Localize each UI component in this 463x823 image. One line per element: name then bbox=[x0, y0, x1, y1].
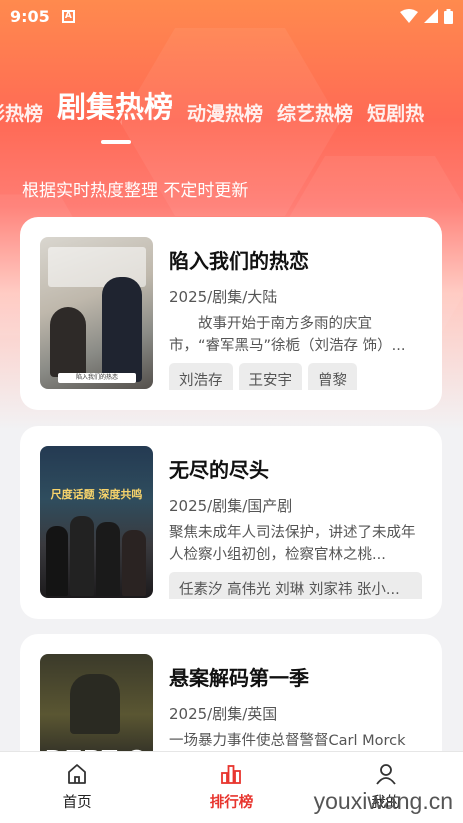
card-meta: 2025/剧集/英国 bbox=[169, 705, 278, 723]
card-meta: 2025/剧集/大陆 bbox=[169, 288, 278, 306]
cast-tag[interactable]: 刘浩存 bbox=[169, 363, 233, 390]
tab-series-label: 剧集热榜 bbox=[57, 90, 174, 124]
signal-icon bbox=[424, 9, 438, 23]
nav-ranking-label: 排行榜 bbox=[209, 795, 254, 811]
status-time: 9:05 bbox=[10, 6, 50, 26]
active-tab-indicator bbox=[101, 140, 132, 144]
poster-caption: 尺度话题 深度共鸣 bbox=[50, 488, 143, 501]
ranking-card[interactable]: 尺度话题 深度共鸣 无尽的尽头 2025/剧集/国产剧 聚焦未成年人司法保护，讲… bbox=[20, 426, 442, 619]
tab-anime[interactable]: 动漫热榜 bbox=[187, 99, 263, 126]
category-tabs: 影热榜 剧集热榜 动漫热榜 综艺热榜 短剧热 bbox=[0, 84, 424, 144]
cast-tags: 任素汐 高伟光 刘琳 刘家祎 张小... bbox=[169, 572, 422, 599]
tab-movies[interactable]: 影热榜 bbox=[0, 99, 43, 126]
status-bar: 9:05 A bbox=[0, 0, 463, 32]
card-title: 陷入我们的热恋 bbox=[169, 249, 309, 273]
profile-icon bbox=[376, 764, 396, 785]
cast-tag[interactable]: 王安宇 bbox=[238, 363, 302, 390]
ranking-subtitle: 根据实时热度整理 不定时更新 bbox=[22, 181, 249, 201]
nav-home-label: 首页 bbox=[62, 795, 92, 811]
poster-caption: 陷入我们的热恋 bbox=[58, 373, 136, 383]
card-description: 聚焦未成年人司法保护，讲述了未成年人检察小组初创，检察官林之桃... bbox=[169, 525, 416, 563]
poster-image: 尺度话题 深度共鸣 bbox=[40, 446, 153, 598]
tab-short-drama[interactable]: 短剧热 bbox=[367, 99, 424, 126]
watermark: youxiwang.cn bbox=[313, 788, 453, 814]
card-title: 悬案解码第一季 bbox=[169, 666, 309, 690]
a-letter-icon: A bbox=[61, 9, 75, 23]
card-meta: 2025/剧集/国产剧 bbox=[169, 497, 293, 515]
card-description: 故事开始于南方多雨的庆宜市，“睿军黑马”徐栀（刘浩存 饰）... bbox=[169, 316, 406, 354]
tab-variety[interactable]: 综艺热榜 bbox=[277, 99, 353, 126]
bar-chart-icon bbox=[221, 765, 242, 784]
cast-tag[interactable]: 任素汐 高伟光 刘琳 刘家祎 张小... bbox=[169, 572, 422, 599]
wifi-icon bbox=[400, 9, 418, 23]
battery-icon bbox=[444, 8, 453, 24]
home-icon bbox=[68, 764, 87, 784]
tab-series[interactable]: 剧集热榜 bbox=[57, 84, 174, 144]
cast-tags: 刘浩存 王安宇 曾黎 bbox=[169, 363, 422, 390]
nav-home[interactable]: 首页 bbox=[0, 752, 154, 823]
poster-image: 陷入我们的热恋 bbox=[40, 237, 153, 389]
card-title: 无尽的尽头 bbox=[169, 458, 269, 482]
card-info: 陷入我们的热恋 2025/剧集/大陆 故事开始于南方多雨的庆宜市，“睿军黑马”徐… bbox=[169, 237, 422, 390]
nav-ranking[interactable]: 排行榜 bbox=[154, 752, 308, 823]
card-info: 无尽的尽头 2025/剧集/国产剧 聚焦未成年人司法保护，讲述了未成年人检察小组… bbox=[169, 446, 422, 599]
cast-tag[interactable]: 曾黎 bbox=[308, 363, 357, 390]
ranking-card[interactable]: 陷入我们的热恋 陷入我们的热恋 2025/剧集/大陆 故事开始于南方多雨的庆宜市… bbox=[20, 217, 442, 410]
